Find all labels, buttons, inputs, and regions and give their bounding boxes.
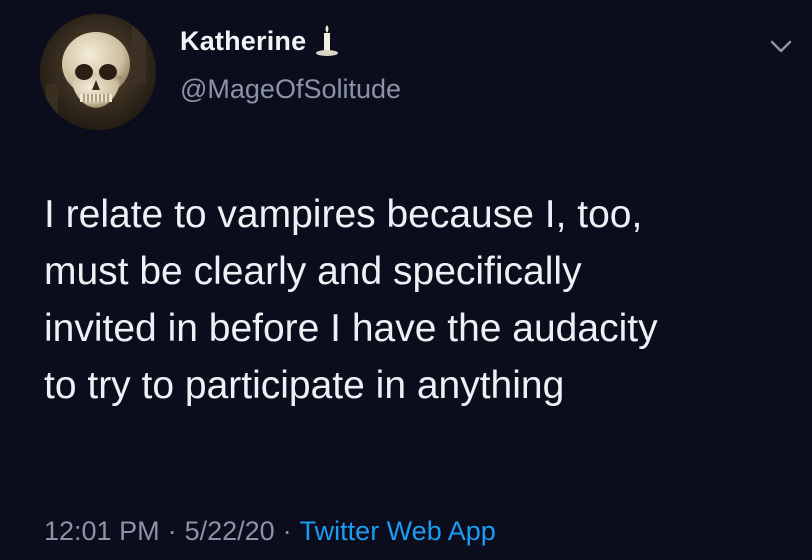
tweet-line: I relate to vampires because I, too,: [44, 193, 643, 236]
meta-separator: ·: [282, 516, 292, 546]
author-name-row: Katherine: [180, 23, 340, 57]
tweet-source-link[interactable]: Twitter Web App: [300, 516, 496, 546]
tweet-line: to try to participate in anything: [44, 364, 565, 407]
tweet-meta: 12:01 PM · 5/22/20 · Twitter Web App: [44, 516, 496, 547]
tweet-line: invited in before I have the audacity: [44, 307, 658, 350]
tweet-text: I relate to vampires because I, too, mus…: [44, 186, 794, 414]
author-handle[interactable]: @MageOfSolitude: [180, 74, 401, 105]
candle-icon: [314, 23, 340, 57]
skull-avatar[interactable]: [40, 14, 156, 130]
tweet-date[interactable]: 5/22/20: [185, 516, 275, 546]
tweet-time[interactable]: 12:01 PM: [44, 516, 160, 546]
chevron-down-icon[interactable]: [768, 36, 794, 56]
tweet-card: Katherine @MageOfSolitude I relate to va…: [0, 0, 812, 560]
tweet-line: must be clearly and specifically: [44, 250, 582, 293]
meta-separator: ·: [167, 516, 177, 546]
display-name[interactable]: Katherine: [180, 26, 306, 57]
